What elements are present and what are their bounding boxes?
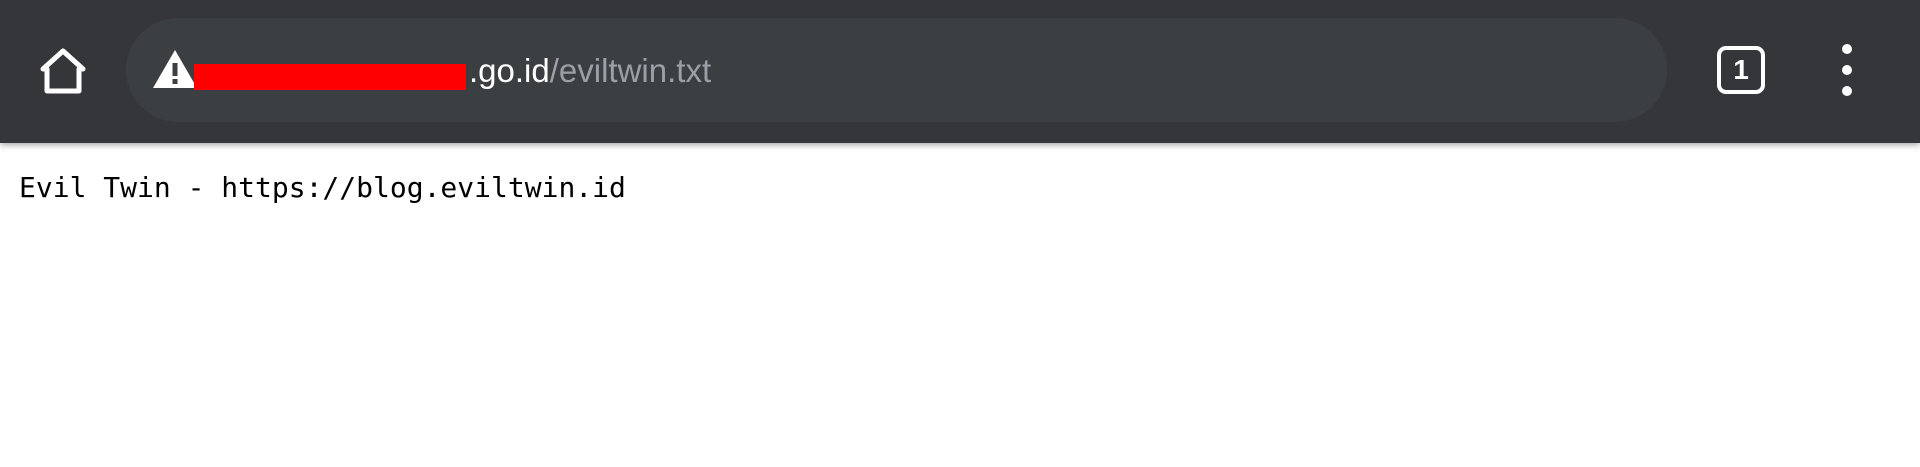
url-path: /eviltwin.txt [549,52,712,89]
page-text: Evil Twin - https://blog.eviltwin.id [19,171,626,204]
home-button[interactable] [30,35,96,107]
home-icon [40,48,86,94]
vertical-ellipsis-icon[interactable] [1830,44,1864,96]
redacted-domain [194,64,466,90]
browser-toolbar: .go.id/eviltwin.txt 1 [0,0,1920,143]
address-bar[interactable]: .go.id/eviltwin.txt [126,18,1667,122]
url-text[interactable]: .go.id/eviltwin.txt [469,48,711,94]
url-host: .go.id [469,52,550,89]
tab-switcher-button[interactable]: 1 [1717,46,1765,94]
warning-triangle-icon[interactable] [152,48,198,90]
